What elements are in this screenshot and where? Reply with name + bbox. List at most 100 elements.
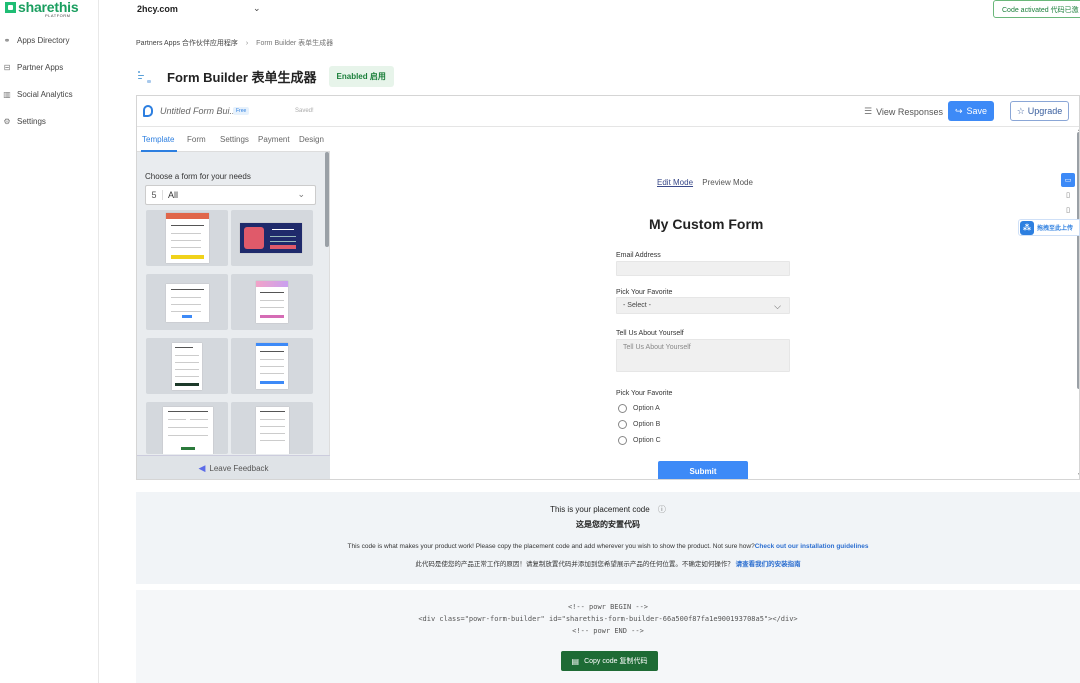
copy-code-button[interactable]: ▤ Copy code 复制代码 [561, 651, 658, 671]
form-title[interactable]: My Custom Form [649, 216, 763, 232]
submit-button[interactable]: Submit [658, 461, 748, 479]
tab-form[interactable]: Form [187, 135, 206, 144]
template-scrollbar[interactable] [325, 152, 329, 247]
site-selector[interactable]: 2hcy.com [137, 4, 178, 14]
logo-text: sharethis [18, 0, 79, 15]
form-builder-icon [136, 68, 153, 85]
breadcrumb-current: Form Builder 表单生成器 [256, 40, 334, 47]
info-icon[interactable]: ⓘ [658, 505, 666, 514]
chevron-down-icon: ⌵ [774, 301, 781, 311]
code-line[interactable]: <div class="powr-form-builder" id="share… [136, 615, 1080, 623]
view-responses-label: View Responses [876, 106, 943, 117]
device-toggle: ▭ ▯ ▯ [1061, 173, 1075, 218]
choose-form-label: Choose a form for your needs [145, 172, 251, 181]
drag-upload-widget[interactable]: ⁂ 拖拽至此上传 [1018, 219, 1080, 236]
chevron-down-icon: ⌄ [297, 189, 305, 199]
tablet-icon[interactable]: ▯ [1061, 188, 1075, 202]
preview-mode-link[interactable]: Preview Mode [702, 178, 753, 187]
radio-option-b[interactable]: Option B [618, 420, 660, 429]
mobile-icon[interactable]: ▯ [1061, 203, 1075, 217]
radio-circle [618, 404, 627, 413]
form-canvas: Edit Mode Preview Mode My Custom Form Em… [331, 127, 1079, 479]
code-line[interactable]: <!-- powr END --> [136, 627, 1080, 635]
sidebar-item-label: Settings [17, 116, 46, 126]
breadcrumb-separator: › [245, 40, 249, 47]
star-icon: ☆ [1016, 105, 1025, 116]
placement-desc-cn-text: 此代码是使您的产品正常工作的原因！请复制放置代码并添加到您希望展示产品的任何位置… [415, 561, 734, 568]
analytics-icon: ▥ [3, 89, 11, 99]
apps-directory-icon: ⚭ [3, 35, 11, 45]
partner-apps-icon: ⊟ [3, 62, 11, 72]
sidebar-item-settings[interactable]: ⚙ Settings [0, 111, 98, 131]
gear-icon: ⚙ [3, 116, 11, 126]
copy-code-label: Copy code 复制代码 [584, 658, 648, 665]
template-thumbnail[interactable] [231, 210, 313, 266]
tab-payment[interactable]: Payment [258, 135, 290, 144]
status-badge: Enabled 启用 [328, 65, 394, 87]
sidebar-item-partner-apps[interactable]: ⊟ Partner Apps [0, 57, 98, 77]
installation-guidelines-link[interactable]: Check out our installation guidelines [755, 543, 869, 550]
logo-subtitle: PLATFORM [45, 13, 71, 18]
builder-tabs: Template Form Settings Payment Design [137, 127, 330, 152]
template-thumbnail[interactable] [146, 338, 228, 394]
feedback-label: Leave Feedback [209, 464, 269, 473]
filter-count: 5 [146, 190, 163, 200]
template-thumbnail[interactable] [146, 274, 228, 330]
radio-option-label: Option A [633, 405, 660, 412]
installation-guidelines-link-cn[interactable]: 请查看我们的安装指南 [736, 561, 801, 568]
placement-description-cn: 此代码是使您的产品正常工作的原因！请复制放置代码并添加到您希望展示产品的任何位置… [136, 558, 1080, 568]
breadcrumb-parent[interactable]: Partners Apps 合作伙伴应用程序 [136, 40, 238, 47]
placement-title-cn: 这是您的安置代码 [576, 520, 640, 529]
template-thumbnail[interactable] [146, 210, 228, 266]
sidebar-item-label: Apps Directory [17, 35, 70, 45]
template-thumbnail[interactable] [231, 338, 313, 394]
sidebar-item-label: Social Analytics [17, 89, 73, 99]
view-responses-button[interactable]: ☰ View Responses [864, 106, 943, 117]
template-thumbnail[interactable] [231, 402, 313, 454]
about-textarea[interactable]: Tell Us About Yourself [616, 339, 790, 372]
page-title: Form Builder 表单生成器 [167, 69, 317, 85]
sidebar-item-apps-directory[interactable]: ⚭ Apps Directory [0, 30, 98, 50]
desktop-icon[interactable]: ▭ [1061, 173, 1075, 187]
mode-switch: Edit Mode Preview Mode [657, 178, 753, 187]
radio-circle [618, 436, 627, 445]
form-name[interactable]: Untitled Form Bui... [160, 106, 237, 116]
tab-settings[interactable]: Settings [220, 135, 249, 144]
powr-logo-icon [143, 105, 153, 117]
filter-value: All [168, 190, 179, 200]
active-tab-indicator [141, 150, 177, 152]
email-label: Email Address [616, 252, 661, 259]
radio-group-label: Pick Your Favorite [616, 390, 673, 397]
template-thumbnail[interactable] [231, 274, 313, 330]
placement-code-section: This is your placement code ⓘ 这是您的安置代码 T… [136, 492, 1080, 584]
template-panel: Template Form Settings Payment Design Ch… [137, 127, 330, 479]
left-sidebar: sharethis PLATFORM ⚭ Apps Directory ⊟ Pa… [0, 0, 99, 683]
template-filter-select[interactable]: 5 All ⌄ [145, 185, 316, 205]
sidebar-item-social-analytics[interactable]: ▥ Social Analytics [0, 84, 98, 104]
edit-mode-link[interactable]: Edit Mode [657, 178, 693, 187]
builder-header: Untitled Form Bui... Free Saved! ☰ View … [137, 96, 1079, 127]
favorite-select[interactable]: - Select - ⌵ [616, 297, 790, 314]
save-button[interactable]: ↪ Save [948, 101, 994, 121]
upgrade-button[interactable]: ☆ Upgrade [1010, 101, 1069, 121]
template-thumbnail[interactable] [146, 402, 228, 454]
save-label: Save [966, 106, 988, 116]
email-field[interactable] [616, 261, 790, 276]
code-activated-badge[interactable]: Code activated 代码已激 [993, 0, 1080, 18]
tab-template[interactable]: Template [142, 135, 174, 144]
about-label: Tell Us About Yourself [616, 330, 684, 337]
leave-feedback-button[interactable]: ◀ Leave Feedback [137, 455, 330, 479]
share-icon: ↪ [954, 105, 963, 116]
tab-design[interactable]: Design [299, 135, 324, 144]
chevron-down-icon[interactable]: ⌄ [253, 3, 261, 14]
code-line[interactable]: <!-- powr BEGIN --> [136, 603, 1080, 611]
radio-option-a[interactable]: Option A [618, 404, 660, 413]
breadcrumb: Partners Apps 合作伙伴应用程序 › Form Builder 表单… [136, 38, 333, 48]
placement-desc-text: This code is what makes your product wor… [347, 543, 755, 550]
save-status: Saved! [295, 108, 314, 114]
pick-favorite-label: Pick Your Favorite [616, 289, 673, 296]
sharethis-logo-icon [5, 2, 16, 13]
radio-option-label: Option B [633, 421, 661, 428]
radio-option-c[interactable]: Option C [618, 436, 661, 445]
sidebar-item-label: Partner Apps [17, 62, 64, 72]
